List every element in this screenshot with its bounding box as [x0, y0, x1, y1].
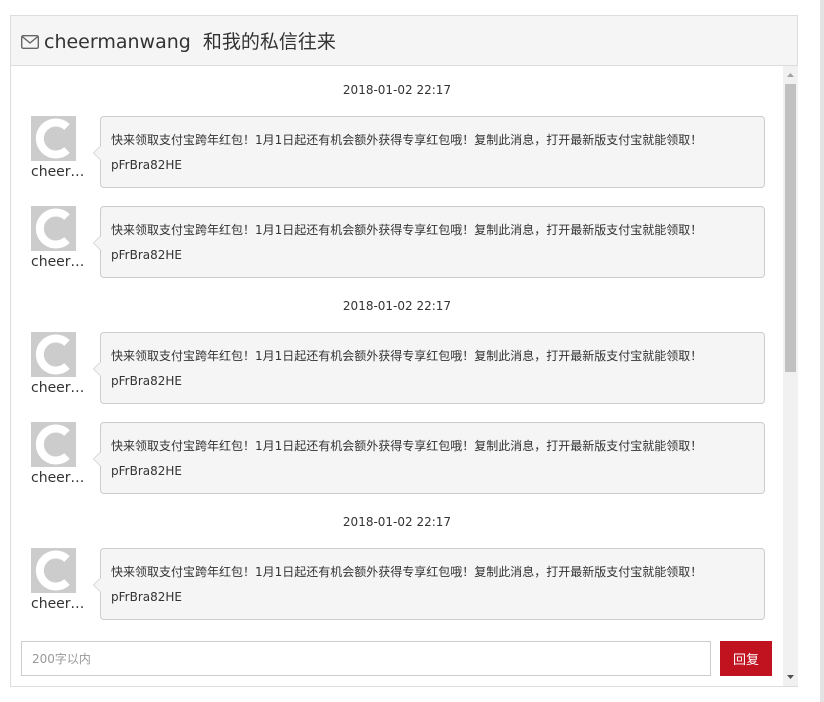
sender-name[interactable]: cheermanwang — [31, 164, 93, 180]
scrollbar-thumb[interactable] — [785, 84, 796, 372]
message-code: pFrBra82HE — [111, 374, 182, 388]
message-code: pFrBra82HE — [111, 158, 182, 172]
panel-header: cheermanwang 和我的私信往来 — [11, 16, 797, 66]
message-timestamp: 2018-01-02 22:17 — [342, 299, 452, 313]
message-text: 快来领取支付宝跨年红包！1月1日起还有机会额外获得专享红包哦！复制此消息，打开最… — [111, 565, 703, 579]
message-item: cheermanwang 快来领取支付宝跨年红包！1月1日起还有机会额外获得专享… — [11, 116, 783, 188]
message-list[interactable]: 2018-01-02 22:17 cheermanwang 快来领取支付宝跨年红… — [11, 66, 783, 636]
message-bubble: 快来领取支付宝跨年红包！1月1日起还有机会额外获得专享红包哦！复制此消息，打开最… — [93, 422, 765, 494]
page-edge — [820, 0, 824, 702]
message-text: 快来领取支付宝跨年红包！1月1日起还有机会额外获得专享红包哦！复制此消息，打开最… — [111, 349, 703, 363]
message-panel: cheermanwang 和我的私信往来 2018-01-02 22:17 ch… — [10, 15, 798, 687]
envelope-icon — [21, 34, 39, 49]
message-item: cheermanwang 快来领取支付宝跨年红包！1月1日起还有机会额外获得专享… — [11, 422, 783, 494]
message-code: pFrBra82HE — [111, 248, 182, 262]
avatar[interactable] — [31, 422, 76, 467]
message-bubble: 快来领取支付宝跨年红包！1月1日起还有机会额外获得专享红包哦！复制此消息，打开最… — [93, 332, 765, 404]
message-item: cheermanwang 快来领取支付宝跨年红包！1月1日起还有机会额外获得专享… — [11, 332, 783, 404]
scroll-up-arrow-icon[interactable] — [783, 69, 798, 81]
message-text: 快来领取支付宝跨年红包！1月1日起还有机会额外获得专享红包哦！复制此消息，打开最… — [111, 439, 703, 453]
reply-input[interactable] — [21, 641, 711, 676]
sender-name[interactable]: cheermanwang — [31, 380, 93, 396]
sender-name[interactable]: cheermanwang — [31, 596, 93, 612]
message-bubble: 快来领取支付宝跨年红包！1月1日起还有机会额外获得专享红包哦！复制此消息，打开最… — [93, 206, 765, 278]
sender-name[interactable]: cheermanwang — [31, 254, 93, 270]
message-bubble: 快来领取支付宝跨年红包！1月1日起还有机会额外获得专享红包哦！复制此消息，打开最… — [93, 548, 765, 620]
message-item: cheermanwang 快来领取支付宝跨年红包！1月1日起还有机会额外获得专享… — [11, 206, 783, 278]
sender-name[interactable]: cheermanwang — [31, 470, 93, 486]
scroll-down-arrow-icon[interactable] — [783, 671, 798, 683]
message-text: 快来领取支付宝跨年红包！1月1日起还有机会额外获得专享红包哦！复制此消息，打开最… — [111, 223, 703, 237]
page-title: cheermanwang 和我的私信往来 — [44, 31, 336, 53]
scrollbar[interactable] — [783, 66, 798, 686]
avatar[interactable] — [31, 206, 76, 251]
avatar[interactable] — [31, 548, 76, 593]
message-timestamp: 2018-01-02 22:17 — [342, 515, 452, 529]
message-item: cheermanwang 快来领取支付宝跨年红包！1月1日起还有机会额外获得专享… — [11, 548, 783, 620]
message-code: pFrBra82HE — [111, 590, 182, 604]
message-bubble: 快来领取支付宝跨年红包！1月1日起还有机会额外获得专享红包哦！复制此消息，打开最… — [93, 116, 765, 188]
reply-button[interactable]: 回复 — [720, 641, 772, 676]
message-text: 快来领取支付宝跨年红包！1月1日起还有机会额外获得专享红包哦！复制此消息，打开最… — [111, 133, 703, 147]
message-timestamp: 2018-01-02 22:17 — [342, 83, 452, 97]
avatar[interactable] — [31, 332, 76, 377]
avatar[interactable] — [31, 116, 76, 161]
message-code: pFrBra82HE — [111, 464, 182, 478]
